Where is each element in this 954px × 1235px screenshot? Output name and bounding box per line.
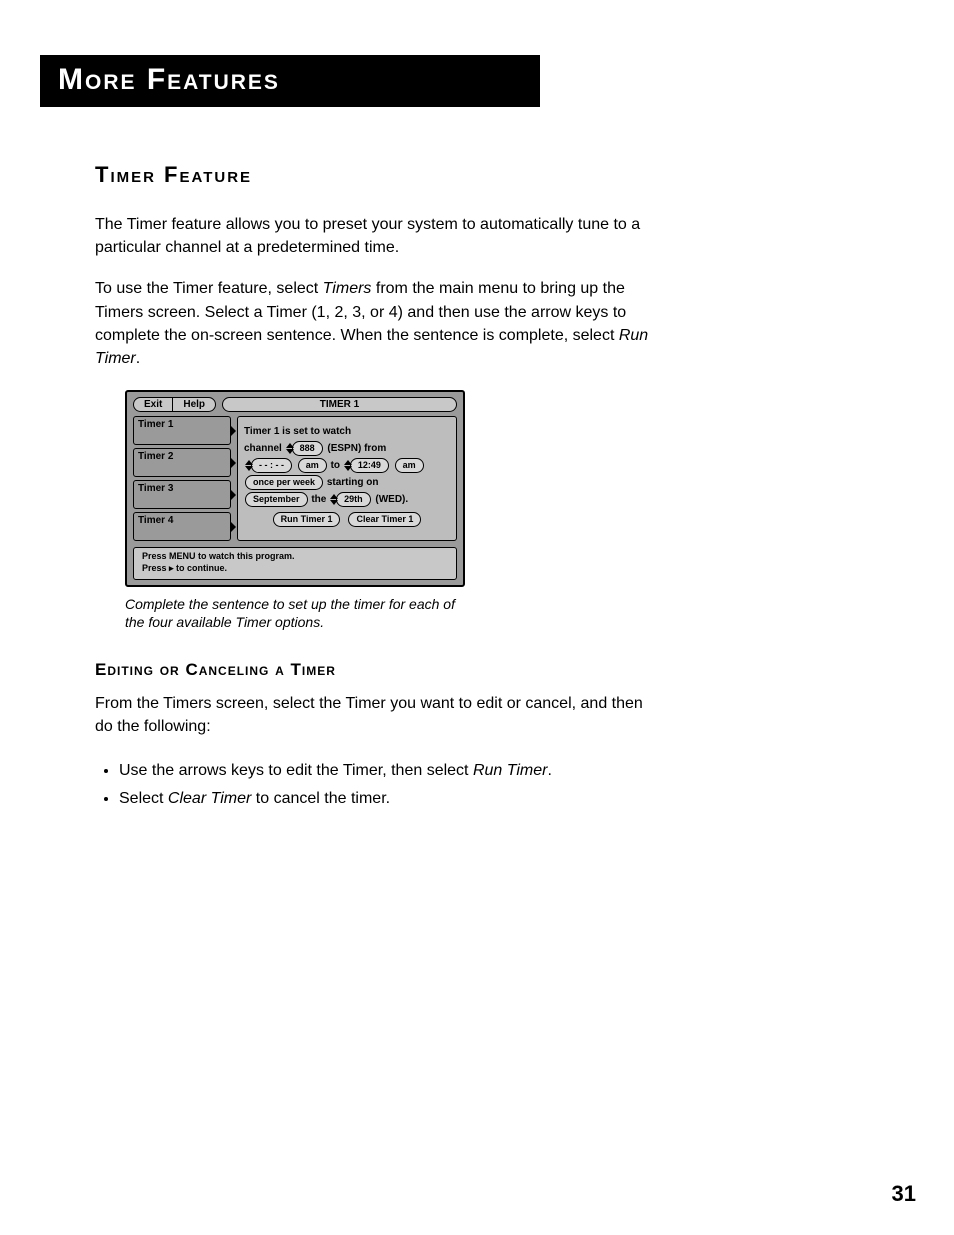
to-ampm[interactable]: am — [395, 458, 424, 473]
timer-2-tab[interactable]: Timer 2 — [133, 448, 231, 477]
label: to — [331, 460, 340, 471]
intro-paragraph: The Timer feature allows you to preset y… — [95, 213, 655, 259]
sentence-lead: Timer 1 is set to watch — [244, 423, 450, 440]
month[interactable]: September — [245, 492, 308, 507]
text: . — [547, 762, 551, 779]
list-item: Select Clear Timer to cancel the timer. — [119, 785, 655, 814]
footer-line-2: Press ▸ to continue. — [142, 563, 448, 575]
from-time-spinner[interactable]: - - : - - — [245, 458, 293, 473]
timer-4-tab[interactable]: Timer 4 — [133, 512, 231, 541]
text: Use the arrows keys to edit the Timer, t… — [119, 762, 473, 779]
day: 29th — [336, 492, 371, 507]
day-spinner[interactable]: 29th — [330, 492, 372, 507]
label: the — [311, 494, 326, 505]
timer-screenshot: Exit Help TIMER 1 Timer 1 Timer 2 Timer … — [125, 390, 465, 586]
channel-name: (ESPN) — [327, 443, 361, 454]
frequency[interactable]: once per week — [245, 475, 323, 490]
weekday: (WED). — [375, 494, 408, 505]
channel-spinner[interactable]: 888 — [286, 441, 324, 456]
section-title: Timer Feature — [95, 162, 655, 188]
channel-value: 888 — [292, 441, 323, 456]
from-ampm[interactable]: am — [298, 458, 327, 473]
exit-help-buttons: Exit Help — [133, 397, 216, 412]
page-number: 31 — [892, 1181, 916, 1207]
menu-name: Timers — [323, 280, 372, 297]
action-name: Run Timer — [473, 762, 548, 779]
timer-3-tab[interactable]: Timer 3 — [133, 480, 231, 509]
chapter-title: More Features — [40, 55, 540, 107]
instructions-paragraph: To use the Timer feature, select Timers … — [95, 277, 655, 370]
help-button[interactable]: Help — [173, 398, 215, 411]
screenshot-caption: Complete the sentence to set up the time… — [125, 595, 465, 633]
subsection-title: Editing or Canceling a Timer — [95, 660, 655, 680]
text: Select — [119, 790, 168, 807]
screenshot-footer: Press MENU to watch this program. Press … — [133, 547, 457, 579]
label: starting on — [327, 477, 379, 488]
action-name: Clear Timer — [168, 790, 251, 807]
timer-1-tab[interactable]: Timer 1 — [133, 416, 231, 445]
clear-timer-button[interactable]: Clear Timer 1 — [348, 512, 421, 527]
timer-sentence-panel: Timer 1 is set to watch channel 888 (ESP… — [237, 416, 457, 541]
label: channel — [244, 443, 282, 454]
exit-button[interactable]: Exit — [134, 398, 173, 411]
text: To use the Timer feature, select — [95, 280, 323, 297]
text: . — [136, 350, 140, 367]
text: to cancel the timer. — [251, 790, 390, 807]
label: from — [364, 443, 386, 454]
panel-title: TIMER 1 — [222, 397, 457, 412]
to-time-spinner[interactable]: 12:49 — [344, 458, 390, 473]
list-item: Use the arrows keys to edit the Timer, t… — [119, 757, 655, 786]
from-time: - - : - - — [251, 458, 292, 473]
run-timer-button[interactable]: Run Timer 1 — [273, 512, 341, 527]
to-time: 12:49 — [350, 458, 389, 473]
bullet-list: Use the arrows keys to edit the Timer, t… — [95, 757, 655, 815]
footer-line-1: Press MENU to watch this program. — [142, 551, 448, 563]
subsection-intro: From the Timers screen, select the Timer… — [95, 692, 655, 738]
